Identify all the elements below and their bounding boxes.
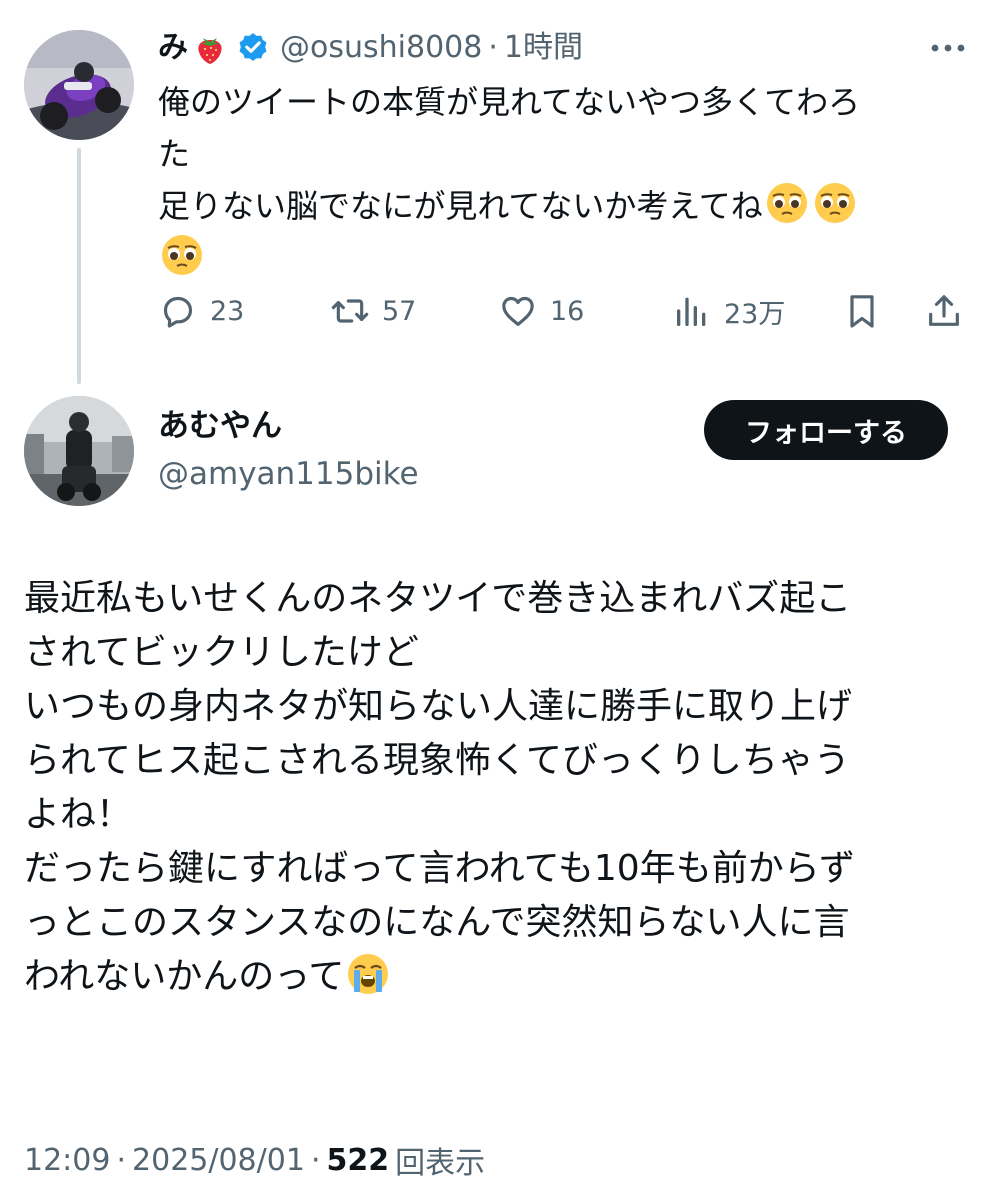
parent-author-avatar[interactable] xyxy=(24,30,134,140)
bookmark-icon xyxy=(850,295,874,328)
reply-text-line: っとこのスタンスなのになんで突然知らない人に言 xyxy=(24,902,850,943)
parent-text-line xyxy=(158,232,948,284)
tweet-date[interactable]: 2025/08/01 xyxy=(132,1143,305,1178)
parent-tweet-actions: 23 57 16 23万 xyxy=(158,286,968,336)
reply-author-avatar[interactable] xyxy=(24,396,134,506)
reply-text-line: られてヒス起こされる現象怖くてびっくりしちゃう xyxy=(24,740,850,781)
tweet-meta: 12:09 · 2025/08/01 · 522 回表示 xyxy=(24,1136,485,1184)
reply-text-segment: われないかんのって xyxy=(24,956,345,997)
meta-separator: · xyxy=(310,1142,321,1178)
follow-button[interactable]: フォローする xyxy=(704,400,948,460)
parent-text-line: た xyxy=(158,135,191,173)
like-button[interactable]: 16 xyxy=(498,286,584,336)
parent-text-segment: 足りない脳でなにが見れてないか考えてね xyxy=(158,187,763,225)
reply-author-name[interactable]: あむやん xyxy=(158,404,282,448)
views-button[interactable]: 23万 xyxy=(672,286,785,336)
share-icon xyxy=(929,295,959,326)
reply-text-line: われないかんのって xyxy=(24,950,964,1004)
parent-text-line: 足りない脳でなにが見れてないか考えてね xyxy=(158,180,948,232)
parent-tweet-time[interactable]: 1時間 xyxy=(504,24,583,72)
more-options-button[interactable] xyxy=(926,30,970,66)
parent-author-name[interactable]: み xyxy=(158,24,188,72)
tweet-view-count: 522 xyxy=(326,1142,390,1178)
tweet-thread-page: み @osushi8008 · 1時間 俺のツイートの本質が見れてないやつ多くて… xyxy=(0,0,990,1200)
analytics-bar-icon xyxy=(677,297,706,326)
pleading-face-icon xyxy=(814,183,855,223)
reply-text-line: されてビックリしたけど xyxy=(24,632,419,673)
heart-icon xyxy=(502,296,534,326)
strawberry-icon xyxy=(198,38,222,64)
bookmark-button[interactable] xyxy=(842,286,882,336)
reply-author-handle[interactable]: @amyan115bike xyxy=(158,452,419,496)
share-button[interactable] xyxy=(924,286,964,336)
reply-icon xyxy=(163,296,193,328)
reply-tweet-text: 最近私もいせくんのネタツイで巻き込まれバズ起こ されてビックリしたけど いつもの… xyxy=(24,572,964,1004)
reply-text-line: だったら鍵にすればって言われても10年も前からず xyxy=(24,848,855,889)
retweet-count: 57 xyxy=(382,295,417,327)
reply-text-line: 最近私もいせくんのネタツイで巻き込まれバズ起こ xyxy=(24,578,852,619)
parent-tweet-header: み @osushi8008 · 1時間 xyxy=(158,24,583,72)
verified-badge-icon xyxy=(239,33,267,61)
meta-separator: · xyxy=(116,1142,127,1178)
pleading-face-icon xyxy=(766,183,807,223)
reply-text-line: いつもの身内ネタが知らない人達に勝手に取り上げ xyxy=(24,686,853,727)
parent-tweet-text: 俺のツイートの本質が見れてないやつ多くてわろ た 足りない脳でなにが見れてないか… xyxy=(158,76,948,284)
header-separator: · xyxy=(488,30,498,65)
retweet-icon xyxy=(331,299,369,323)
like-count: 16 xyxy=(550,295,585,327)
thread-connector-line xyxy=(77,148,81,384)
reply-count: 23 xyxy=(210,295,245,327)
reply-text-line: よね！ xyxy=(24,794,133,835)
loudly-crying-face-icon xyxy=(348,954,389,994)
reply-button[interactable]: 23 xyxy=(158,286,244,336)
tweet-time[interactable]: 12:09 xyxy=(24,1143,110,1178)
tweet-view-label: 回表示 xyxy=(395,1146,486,1181)
more-dots-icon xyxy=(931,44,965,52)
pleading-face-icon xyxy=(162,235,202,275)
view-count: 23万 xyxy=(724,298,786,330)
retweet-button[interactable]: 57 xyxy=(330,286,416,336)
parent-text-line: 俺のツイートの本質が見れてないやつ多くてわろ xyxy=(158,83,861,121)
parent-author-handle[interactable]: @osushi8008 xyxy=(280,24,482,72)
